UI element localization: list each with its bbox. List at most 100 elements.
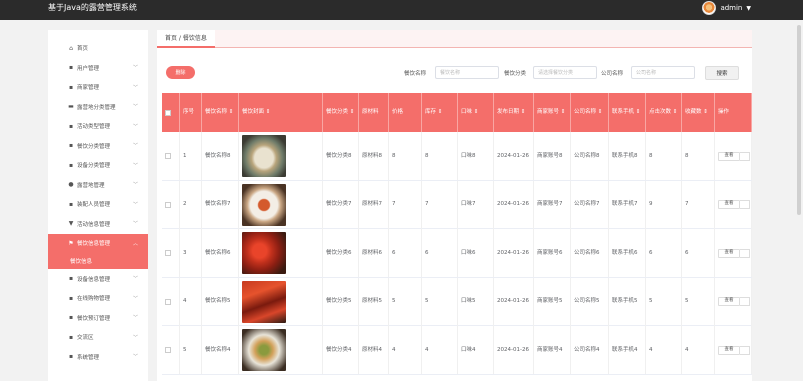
- table-row[interactable]: 5 餐饮名称4 餐饮分类4 原材料4 4 4 口味4 2024-01-26 商家账号4 公司名称4…: [162, 326, 752, 375]
- page-scrollbar-thumb[interactable]: [797, 25, 801, 215]
- table-cell: 餐饮名称5: [202, 277, 239, 326]
- table-cell: 原材料5: [359, 277, 389, 326]
- more-button[interactable]: [740, 200, 750, 209]
- caret-down-icon[interactable]: ▼: [746, 5, 751, 12]
- table-cell: 餐饮分类4: [323, 326, 359, 374]
- checkbox[interactable]: [165, 347, 171, 353]
- username[interactable]: admin: [720, 4, 742, 12]
- user-menu[interactable]: admin ▼: [702, 1, 751, 15]
- row-checkbox[interactable]: [162, 277, 180, 326]
- sidebar-item-7[interactable]: ● 露营地管理 ﹀: [48, 175, 148, 195]
- sidebar-item-9[interactable]: ▼ 活动信息管理 ﹀: [48, 214, 148, 234]
- table-cell: 2: [180, 180, 202, 229]
- sidebar-item-8[interactable]: ▪ 装配人员管理 ﹀: [48, 195, 148, 215]
- column-header[interactable]: 序号: [180, 93, 202, 132]
- name-filter-label: 餐饮名称: [404, 71, 427, 77]
- column-header[interactable]: 餐饮分类 ⇕: [323, 93, 359, 132]
- flag-icon: ⚑: [68, 239, 74, 247]
- sidebar-item-label: 餐饮预订管理: [77, 315, 111, 322]
- sidebar-item-6[interactable]: ▪ 设备分类管理 ﹀: [48, 156, 148, 176]
- table-cell: 联系手机4: [609, 326, 646, 374]
- food-image: [242, 135, 286, 177]
- column-header[interactable]: 价格: [389, 93, 422, 132]
- column-header[interactable]: 操作: [715, 93, 752, 132]
- column-header[interactable]: 口味 ⇕: [458, 93, 494, 132]
- column-header[interactable]: 原材料: [359, 93, 389, 132]
- sidebar: ⌂ 首页 ▪ 用户管理 ﹀ ▪ 商家管理 ﹀ ▬ 露营地分类管理 ﹀ ▪ 活动类型管理 ﹀ ▪ 餐饮分类管…: [48, 30, 148, 381]
- checkbox[interactable]: [165, 109, 171, 116]
- checkbox[interactable]: [165, 250, 171, 256]
- sidebar-item-11[interactable]: ▪ 设备信息管理 ﹀: [48, 269, 148, 289]
- table-cell: 公司名称7: [571, 180, 609, 229]
- table-row[interactable]: 3 餐饮名称6 餐饮分类6 原材料6 6 6 口味6 2024-01-26 商家账号6 公司名称6…: [162, 229, 752, 278]
- sidebar-item-4[interactable]: ▪ 活动类型管理 ﹀: [48, 117, 148, 137]
- view-button[interactable]: 查看: [718, 200, 740, 209]
- sidebar-item-12[interactable]: ▪ 在线购物管理 ﹀: [48, 289, 148, 309]
- more-button[interactable]: [740, 248, 750, 258]
- column-header[interactable]: 库存 ⇕: [422, 93, 458, 132]
- sidebar-item-15[interactable]: ▪ 系统管理 ﹀: [48, 347, 148, 367]
- table-cell: 原材料8: [359, 132, 389, 180]
- chevron-down-icon: ﹀: [132, 182, 138, 188]
- sidebar-item-13[interactable]: ▪ 餐饮预订管理 ﹀: [48, 308, 148, 328]
- grid-icon: ▪: [68, 294, 74, 302]
- checkbox[interactable]: [165, 201, 171, 208]
- name-search-input[interactable]: 餐饮名称: [435, 66, 499, 79]
- sidebar-item-label: 装配人员管理: [77, 202, 111, 209]
- sidebar-item-10[interactable]: ⚑ 餐饮信息管理 ︿: [48, 233, 148, 253]
- table-body: 1 餐饮名称8 餐饮分类8 原材料8 8 8 口味8 2024-01-26 商家账号8 公司名称8…: [162, 132, 752, 375]
- more-button[interactable]: [740, 151, 750, 161]
- user-icon: ●: [68, 181, 74, 189]
- column-header[interactable]: 点击次数 ⇕: [646, 93, 682, 132]
- view-button[interactable]: 查看: [718, 345, 740, 355]
- sidebar-subitem-active[interactable]: 餐饮信息: [48, 253, 148, 269]
- sidebar-item-2[interactable]: ▪ 商家管理 ﹀: [48, 78, 148, 98]
- company-filter-label: 公司名称: [601, 71, 624, 77]
- table-cell: 4: [422, 326, 458, 374]
- column-header[interactable]: 公司名称 ⇕: [571, 93, 609, 132]
- sidebar-item-label: 餐饮分类管理: [77, 143, 111, 150]
- row-checkbox[interactable]: [162, 132, 180, 180]
- more-button[interactable]: [740, 297, 750, 306]
- table-cell: 5: [646, 277, 682, 326]
- table-cell: 餐饮名称8: [202, 132, 239, 180]
- more-button[interactable]: [740, 345, 750, 355]
- table-cell: 联系手机8: [609, 132, 646, 180]
- home-icon: ⌂: [69, 44, 73, 52]
- sidebar-item-1[interactable]: ▪ 用户管理 ﹀: [48, 58, 148, 78]
- view-button[interactable]: 查看: [718, 151, 740, 161]
- search-button[interactable]: 搜索: [705, 66, 739, 80]
- column-header[interactable]: 收藏数 ⇕: [682, 93, 715, 132]
- main-content: 首页 / 餐饮信息 删除 餐饮名称 餐饮名称 餐饮分类 请选择餐饮分类 公司名称…: [157, 29, 752, 381]
- column-header[interactable]: 商家账号 ⇕: [534, 93, 571, 132]
- sidebar-item-label: 在线购物管理: [77, 296, 111, 303]
- sidebar-item-14[interactable]: ▪ 交流区 ﹀: [48, 328, 148, 348]
- row-checkbox[interactable]: [162, 180, 180, 229]
- column-header[interactable]: 餐饮封面 ⇕: [239, 93, 323, 132]
- row-checkbox[interactable]: [162, 326, 180, 374]
- table-row[interactable]: 1 餐饮名称8 餐饮分类8 原材料8 8 8 口味8 2024-01-26 商家账号8 公司名称8…: [162, 132, 752, 181]
- avatar[interactable]: [702, 1, 717, 15]
- category-select[interactable]: 请选择餐饮分类: [533, 66, 597, 79]
- view-button[interactable]: 查看: [718, 248, 740, 258]
- view-button[interactable]: 查看: [718, 297, 740, 306]
- breadcrumb[interactable]: 首页 / 餐饮信息: [157, 29, 215, 48]
- table-cell: 餐饮分类6: [323, 229, 359, 277]
- delete-button[interactable]: 删除: [166, 66, 195, 79]
- company-search-input[interactable]: 公司名称: [631, 66, 695, 79]
- column-header[interactable]: 餐饮名称 ⇕: [202, 93, 239, 132]
- select-all-checkbox[interactable]: [162, 93, 180, 132]
- row-checkbox[interactable]: [162, 229, 180, 277]
- column-header[interactable]: 发布日期 ⇕: [494, 93, 534, 132]
- sidebar-menu: ▪ 用户管理 ﹀ ▪ 商家管理 ﹀ ▬ 露营地分类管理 ﹀ ▪ 活动类型管理 ﹀ ▪ 餐饮分类管理 ﹀ ▪ 设备…: [48, 58, 148, 367]
- chevron-down-icon: ﹀: [132, 221, 138, 227]
- food-cover-cell: [239, 277, 323, 326]
- sidebar-item-3[interactable]: ▬ 露营地分类管理 ﹀: [48, 97, 148, 117]
- sidebar-item-5[interactable]: ▪ 餐饮分类管理 ﹀: [48, 136, 148, 156]
- table-row[interactable]: 4 餐饮名称5 餐饮分类5 原材料5 5 5 口味5 2024-01-26 商家账号5 公司名称5…: [162, 277, 752, 326]
- sidebar-item-home[interactable]: ⌂ 首页: [48, 30, 148, 58]
- checkbox[interactable]: [165, 298, 171, 305]
- column-header[interactable]: 联系手机 ⇕: [609, 93, 646, 132]
- checkbox[interactable]: [165, 153, 171, 159]
- table-row[interactable]: 2 餐饮名称7 餐饮分类7 原材料7 7 7 口味7 2024-01-26 商家账号7 公司名称7…: [162, 180, 752, 229]
